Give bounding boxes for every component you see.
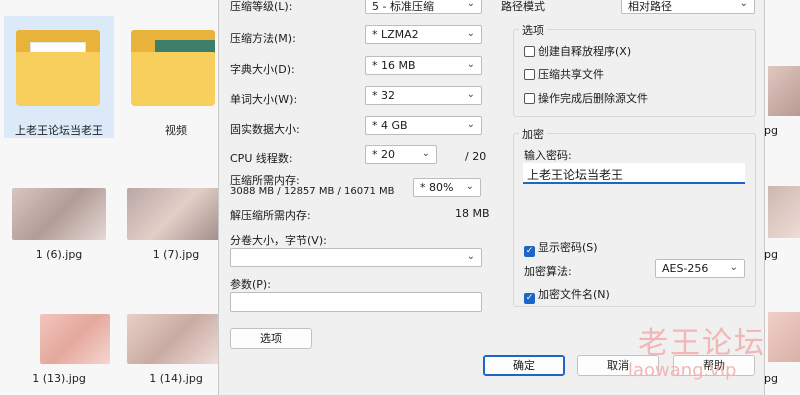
chevron-down-icon: ⌄ (466, 28, 475, 39)
password-label: 输入密码: (524, 149, 572, 162)
image-thumbnail (127, 314, 221, 364)
path-mode-value: 相对路径 (628, 0, 672, 13)
image-label: 1 (14).jpg (149, 372, 203, 385)
watermark-text: 老王论坛 (638, 326, 766, 361)
sfx-checkbox-label: 创建自释放程序(X) (538, 45, 632, 58)
path-mode-select[interactable]: 相对路径 ⌄ (621, 0, 755, 14)
parameters-label: 参数(P): (230, 278, 271, 291)
image-thumbnail (127, 188, 221, 240)
image-label: pg (764, 124, 778, 137)
image-tile-4[interactable]: 1 (14).jpg (121, 312, 231, 392)
compression-level-select[interactable]: 5 - 标准压缩 ⌄ (365, 0, 482, 14)
delete-after-checkbox[interactable]: 操作完成后删除源文件 (524, 90, 648, 106)
image-thumbnail (768, 66, 800, 116)
compression-method-select[interactable]: * LZMA2 ⌄ (365, 25, 482, 44)
image-thumbnail (12, 188, 106, 240)
encrypt-names-label: 加密文件名(N) (538, 288, 610, 301)
memory-decompress-value: 18 MB (455, 207, 490, 220)
parameters-input[interactable] (230, 292, 482, 312)
split-volumes-label: 分卷大小，字节(V): (230, 234, 327, 247)
folder-tile-2[interactable]: 视频 (121, 16, 231, 138)
image-tile-2[interactable]: 1 (7).jpg (121, 186, 231, 266)
encryption-group-title: 加密 (519, 126, 547, 142)
compression-method-value: * LZMA2 (372, 28, 419, 41)
solid-block-size-select[interactable]: * 4 GB ⌄ (365, 116, 482, 135)
cpu-threads-label: CPU 线程数: (230, 152, 293, 165)
solid-block-size-value: * 4 GB (372, 119, 408, 132)
chevron-down-icon: ⌄ (466, 0, 475, 9)
memory-compress-detail: 3088 MB / 12857 MB / 16071 MB (230, 186, 395, 197)
memory-decompress-label: 解压缩所需内存: (230, 209, 311, 222)
show-password-label: 显示密码(S) (538, 241, 598, 254)
image-label: pg (764, 248, 778, 261)
compression-level-value: 5 - 标准压缩 (372, 0, 434, 13)
chevron-down-icon: ⌄ (466, 251, 475, 262)
word-size-select[interactable]: * 32 ⌄ (365, 86, 482, 105)
word-size-label: 单词大小(W): (230, 93, 298, 106)
chevron-down-icon: ⌄ (466, 59, 475, 70)
folder-label: 上老王论坛当老王 (15, 124, 103, 137)
dictionary-size-value: * 16 MB (372, 59, 416, 72)
password-input[interactable]: 上老王论坛当老王 (523, 163, 745, 184)
folder-label: 视频 (165, 124, 187, 137)
compress-shared-checkbox-label: 压缩共享文件 (538, 68, 604, 81)
encryption-method-value: AES-256 (662, 262, 709, 275)
image-tile-3[interactable]: 1 (13).jpg (4, 312, 114, 392)
image-label: pg (764, 372, 778, 385)
chevron-down-icon: ⌄ (466, 89, 475, 100)
folder-tile-1[interactable]: 上老王论坛当老王 (4, 16, 114, 138)
path-mode-label: 路径模式 (501, 0, 545, 13)
image-thumbnail (768, 312, 800, 362)
cpu-threads-max: / 20 (465, 150, 487, 163)
checkbox-icon (524, 46, 535, 57)
encrypt-names-checkbox[interactable]: ✓ 加密文件名(N) (524, 286, 610, 304)
image-label: 1 (6).jpg (35, 248, 83, 261)
options-group-title: 选项 (519, 22, 547, 38)
cpu-threads-select[interactable]: * 20 ⌄ (365, 145, 437, 164)
chevron-down-icon: ⌄ (465, 181, 474, 192)
image-thumbnail (40, 314, 110, 364)
memory-usage-value: * 80% (420, 181, 454, 194)
delete-after-checkbox-label: 操作完成后删除源文件 (538, 92, 648, 105)
encryption-method-select[interactable]: AES-256 ⌄ (655, 259, 745, 278)
chevron-down-icon: ⌄ (729, 262, 738, 273)
dictionary-size-label: 字典大小(D): (230, 63, 295, 76)
encryption-method-label: 加密算法: (524, 265, 572, 278)
memory-usage-select[interactable]: * 80% ⌄ (413, 178, 481, 197)
compression-level-label: 压缩等级(L): (230, 0, 293, 13)
ok-button[interactable]: 确定 (483, 355, 565, 376)
image-tile-1[interactable]: 1 (6).jpg (4, 186, 114, 266)
watermark-url: laowang.vip (628, 360, 737, 381)
checkmark-icon: ✓ (524, 246, 535, 257)
checkbox-icon (524, 93, 535, 104)
checkbox-icon (524, 69, 535, 80)
image-label: 1 (13).jpg (32, 372, 86, 385)
solid-block-size-label: 固实数据大小: (230, 123, 300, 136)
checkmark-icon: ✓ (524, 293, 535, 304)
chevron-down-icon: ⌄ (466, 119, 475, 130)
word-size-value: * 32 (372, 89, 395, 102)
image-label: 1 (7).jpg (152, 248, 200, 261)
split-volumes-input[interactable]: ⌄ (230, 248, 482, 267)
compress-shared-checkbox[interactable]: 压缩共享文件 (524, 66, 604, 82)
show-password-checkbox[interactable]: ✓ 显示密码(S) (524, 239, 598, 257)
options-button[interactable]: 选项 (230, 328, 312, 349)
image-thumbnail (768, 186, 800, 238)
sfx-checkbox[interactable]: 创建自释放程序(X) (524, 43, 631, 59)
chevron-down-icon: ⌄ (421, 148, 430, 159)
compression-method-label: 压缩方法(M): (230, 32, 296, 45)
cpu-threads-value: * 20 (372, 148, 395, 161)
chevron-down-icon: ⌄ (739, 0, 748, 9)
dictionary-size-select[interactable]: * 16 MB ⌄ (365, 56, 482, 75)
